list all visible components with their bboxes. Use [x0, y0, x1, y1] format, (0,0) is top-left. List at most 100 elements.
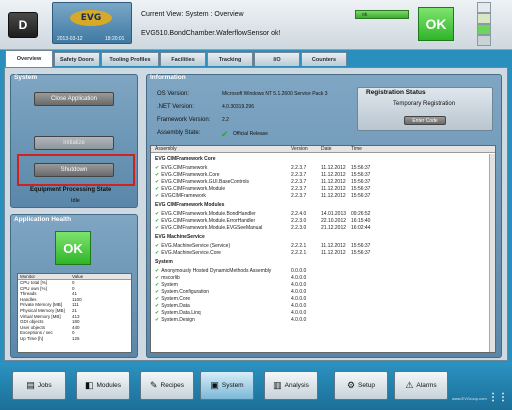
checkmark-icon: ✔	[155, 211, 160, 217]
tab-facilities[interactable]: Facilities	[160, 52, 206, 66]
assembly-row[interactable]: ✔ System.Configuration 4.0.0.0	[151, 289, 491, 296]
checkmark-icon: ✔	[155, 193, 160, 199]
monitor-table[interactable]: Monitor Value CPU total [%] 0 CPU own [%] 0…	[17, 273, 132, 353]
assembly-time: 15:56:37	[351, 193, 371, 199]
assembly-row[interactable]: ✔ EVG.CIMFramework.Core 2.2.3.7 11.12.2012 1…	[151, 172, 491, 179]
assembly-row[interactable]: ✔ mscorlib 4.0.0.0	[151, 275, 491, 282]
checkmark-icon: ✔	[155, 303, 160, 309]
assembly-row[interactable]: ✔ System.Data.Linq 4.0.0.0	[151, 310, 491, 317]
evg-logo: EVG	[70, 10, 112, 26]
column-header-assembly: Assembly	[155, 146, 177, 152]
assembly-time: 15:56:37	[351, 243, 371, 249]
close-application-button[interactable]: Close Application	[34, 92, 114, 106]
enter-code-button[interactable]: Enter Code	[404, 116, 446, 125]
assembly-name-cell: ✔ EVG.CIMFramework.Core	[151, 172, 291, 179]
assembly-version: 4.0.0.0	[291, 289, 307, 295]
assembly-time	[351, 296, 381, 303]
nav-button-label: Setup	[358, 382, 376, 389]
nav-button-modules[interactable]: ◧ Modules	[76, 371, 130, 400]
assembly-date: 11.12.2012	[321, 172, 346, 178]
mode-badge: D	[8, 12, 38, 38]
footer-site-link[interactable]: www.EVGroup.com	[452, 396, 487, 401]
assembly-row[interactable]: ✔ Anonymously Hosted DynamicMethods Assem…	[151, 268, 491, 275]
monitor-value: 125	[72, 335, 80, 341]
assembly-row[interactable]: ✔ System 4.0.0.0	[151, 282, 491, 289]
column-header-monitor: Monitor	[20, 274, 36, 279]
net-version-label: .NET Version:	[157, 104, 194, 110]
nav-button-system[interactable]: ▣ System	[200, 371, 254, 400]
assembly-row[interactable]: ✔ EVG.MachineService.Core 2.2.2.1 11.12.201…	[151, 250, 491, 257]
assembly-name-cell: ✔ EVG.CIMFramework.Module	[151, 186, 291, 193]
assembly-name-cell: ✔ System.Design	[151, 317, 291, 324]
assembly-date	[321, 303, 351, 310]
health-ok-indicator: OK	[55, 231, 91, 265]
tab-io[interactable]: I/O	[254, 52, 300, 66]
assembly-name: Anonymously Hosted DynamicMethods Assemb…	[161, 268, 272, 274]
setup-icon: ⚙	[346, 380, 356, 390]
tab-tracking[interactable]: Tracking	[207, 52, 253, 66]
assembly-row[interactable]: ✔ EVGCIMFramework 2.2.3.7 11.12.2012 15:56:3…	[151, 193, 491, 200]
assembly-table-scrollbar[interactable]	[489, 154, 495, 352]
column-header-date: Date	[321, 146, 332, 152]
assembly-row[interactable]: ✔ EVG.MachineService (Service) 2.2.2.1 11.1…	[151, 243, 491, 250]
system-ok-indicator[interactable]: OK	[418, 7, 454, 41]
assembly-row[interactable]: ✔ EVG.CIMFramework.Module 2.2.3.7 11.12.201…	[151, 186, 491, 193]
application-health-title: Application Health	[14, 216, 72, 223]
assembly-row[interactable]: ✔ System.Core 4.0.0.0	[151, 296, 491, 303]
assembly-date: 11.12.2012	[321, 193, 346, 199]
assembly-date: 22.10.2012	[321, 218, 347, 224]
assembly-time	[351, 282, 381, 289]
assembly-time: 15:56:37	[351, 186, 371, 192]
assembly-time: 15:56:37	[351, 250, 371, 256]
checkmark-icon: ✔	[155, 289, 160, 295]
assembly-table[interactable]: Assembly Version Date Time EVG CIMFramew…	[150, 145, 496, 353]
assembly-row[interactable]: ✔ EVG.CIMFramework 2.2.3.7 11.12.2012 15:56:…	[151, 165, 491, 172]
date-label: 2013-03-12	[57, 36, 83, 42]
checkmark-icon: ✔	[155, 296, 160, 302]
assembly-name-cell: ✔ EVG.MachineService (Service)	[151, 243, 291, 250]
assembly-group-header: EVG CIMFramework Core	[155, 156, 216, 162]
os-version-value: Microsoft Windows NT 5.1.2600 Service Pa…	[222, 91, 328, 97]
assembly-version: 4.0.0.0	[291, 310, 307, 316]
assembly-row[interactable]: ✔ System.Design 4.0.0.0	[151, 317, 491, 324]
assembly-version: 2.2.3.0	[291, 225, 307, 231]
assembly-name: EVG.CIMFramework.Module.ErrorHandler	[161, 218, 256, 224]
shutdown-button[interactable]: Shutdown	[34, 163, 114, 177]
nav-button-recipes[interactable]: ✎ Recipes	[140, 371, 194, 400]
assembly-time: 16:02:44	[351, 225, 371, 231]
nav-button-analysis[interactable]: ▥ Analysis	[264, 371, 318, 400]
framework-version-label: Framework Version:	[157, 117, 211, 123]
tab-counters[interactable]: Counters	[301, 52, 347, 66]
assembly-time	[351, 303, 381, 310]
tab-safety-doors[interactable]: Safety Doors	[54, 52, 100, 66]
assembly-version: 2.2.3.7	[291, 186, 307, 192]
recipes-icon: ✎	[149, 380, 158, 390]
nav-button-jobs[interactable]: ▤ Jobs	[12, 371, 66, 400]
assembly-row[interactable]: ✔ System.Data 4.0.0.0	[151, 303, 491, 310]
status-indicator-bar[interactable]: ok	[355, 10, 409, 19]
column-header-version: Version	[291, 146, 308, 152]
nav-button-alarms[interactable]: ⚠ Alarms	[394, 371, 448, 400]
status-message: EVG510.BondChamber.WaferflowSensor ok!	[141, 30, 281, 37]
checkmark-icon: ✔	[155, 317, 160, 323]
monitor-row[interactable]: Up Time [h] 125	[18, 336, 131, 342]
checkmark-icon: ✔	[155, 186, 160, 192]
assembly-name-cell: ✔ System	[151, 282, 291, 289]
assembly-date: 11.12.2012	[321, 243, 346, 249]
column-header-time: Time	[351, 146, 362, 152]
assembly-row[interactable]: ✔ EVG.CIMFramework.Module.BondHandler 2.2.…	[151, 211, 491, 218]
assembly-date: 11.12.2012	[321, 186, 346, 192]
tab-overview[interactable]: Overview	[5, 50, 53, 67]
assembly-row[interactable]: ✔ EVG.CIMFramework.Module.EVGSeeManual 2.2…	[151, 225, 491, 232]
tab-tooling-profiles[interactable]: Tooling Profiles	[101, 52, 159, 66]
assembly-name: System.Data.Linq	[161, 310, 201, 316]
assembly-row[interactable]: ✔ EVG.CIMFramework.Module.ErrorHandler 2.2…	[151, 218, 491, 225]
checkmark-icon: ✔	[155, 165, 160, 171]
checkmark-icon: ✔	[155, 172, 160, 178]
assembly-version: 2.2.3.7	[291, 179, 307, 185]
nav-button-setup[interactable]: ⚙ Setup	[334, 371, 388, 400]
assembly-date	[321, 289, 351, 296]
assembly-row[interactable]: ✔ EVG.CIMFramework.GUI.BaseControls 2.2.3.…	[151, 179, 491, 186]
assembly-time: 15:56:37	[351, 172, 371, 178]
initialize-button[interactable]: Initialize	[34, 136, 114, 150]
